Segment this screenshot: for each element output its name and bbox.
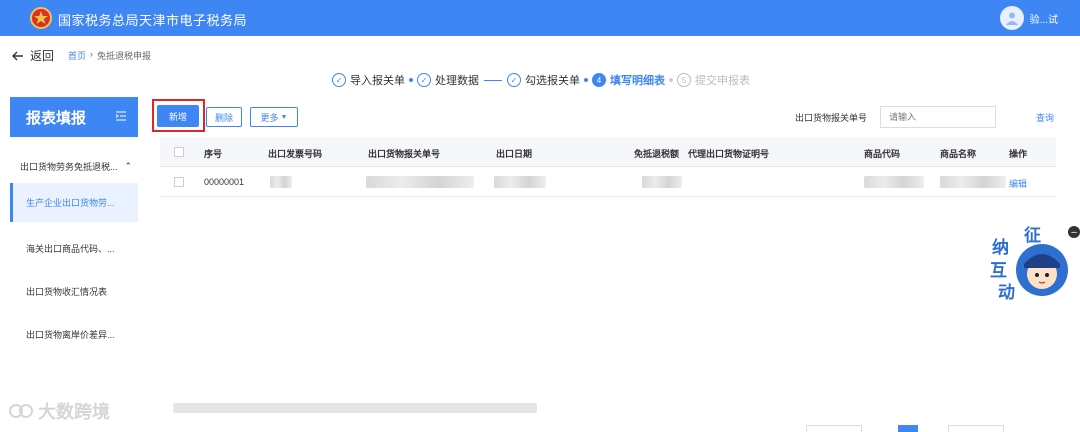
redacted-tax-amount (642, 176, 682, 188)
step-separator (584, 78, 588, 82)
table-row: 00000001 编辑 (160, 167, 1056, 197)
user-name[interactable]: 验...试 (1030, 11, 1058, 26)
column-header: 免抵退税额 (634, 149, 680, 159)
step-label: 填写明细表 (610, 75, 665, 87)
column-header: 代理出口货物证明号 (688, 149, 770, 159)
step-number: 5 (677, 73, 691, 87)
column-header: 商品名称 (940, 149, 977, 159)
edit-link[interactable]: 编辑 (1009, 177, 1027, 190)
column-header: 出口发票号码 (268, 149, 323, 159)
redacted-declaration-number (366, 176, 474, 188)
page-jump-input[interactable] (948, 425, 1004, 432)
filter-label: 出口货物报关单号 (795, 113, 868, 123)
user-avatar-icon[interactable] (999, 6, 1024, 30)
declaration-number-input[interactable] (880, 106, 996, 128)
column-header: 出口日期 (496, 149, 533, 159)
sidebar-item-customs-code[interactable]: 海关出口商品代码、... (10, 232, 138, 265)
breadcrumb-current: 免抵退税申报 (97, 51, 152, 61)
query-button[interactable]: 查询 (1036, 111, 1054, 124)
step-separator (409, 78, 413, 82)
check-icon: ✓ (332, 73, 346, 87)
menu-fold-icon[interactable] (116, 111, 126, 121)
step-separator (484, 79, 502, 81)
column-header: 操作 (1009, 149, 1028, 159)
watermark-text: 大数跨境 (38, 402, 110, 422)
sidebar-menu: 出口货物劳务免抵退税... ⌃ 生产企业出口货物劳... 海关出口商品代码、..… (10, 150, 138, 351)
arrow-left-icon (12, 51, 23, 60)
chevron-up-icon: ⌃ (124, 161, 132, 171)
tax-mascot-icon[interactable]: 征 纳 互 动 (984, 224, 1072, 304)
add-button[interactable]: 新增 (157, 105, 199, 127)
column-header: 出口货物报关单号 (368, 149, 441, 159)
user-menu[interactable]: 验...试 (999, 6, 1058, 30)
watermark-logo-icon (9, 404, 33, 418)
sidebar-group-label: 出口货物劳务免抵退税... (20, 162, 118, 172)
horizontal-scrollbar[interactable] (173, 403, 537, 413)
page-size-select[interactable] (806, 425, 862, 432)
breadcrumb-separator: › (90, 49, 94, 59)
back-label: 返回 (30, 49, 55, 63)
mascot-char: 征 (1024, 225, 1041, 246)
table-header: 序号 出口发票号码 出口货物报关单号 出口日期 免抵退税额 代理出口货物证明号 … (160, 137, 1056, 167)
sidebar-title: 报表填报 (10, 97, 138, 137)
more-button[interactable]: 更多 ▼ (250, 107, 298, 127)
select-all-checkbox[interactable] (174, 147, 184, 157)
step-label: 导入报关单 (350, 75, 405, 87)
step-select: ✓ 勾选报关单 (507, 72, 580, 88)
mascot-char: 纳 (992, 237, 1009, 258)
redacted-invoice-number (270, 176, 292, 188)
tax-emblem-icon (30, 7, 52, 29)
sidebar-title-text: 报表填报 (26, 109, 87, 127)
step-number: 4 (592, 73, 606, 87)
more-label: 更多 (260, 112, 279, 123)
redacted-product-name (940, 176, 1006, 188)
sidebar-item-fob-diff[interactable]: 出口货物离岸价差异... (10, 318, 138, 351)
mascot-char: 互 (990, 261, 1007, 281)
step-label: 提交申报表 (695, 75, 750, 87)
column-header: 序号 (204, 149, 223, 159)
check-icon: ✓ (507, 73, 521, 87)
step-separator (669, 78, 673, 82)
row-checkbox[interactable] (174, 177, 184, 187)
delete-button[interactable]: 删除 (206, 107, 242, 127)
sidebar-item-collection[interactable]: 出口货物收汇情况表 (10, 275, 138, 308)
step-fill: 4 填写明细表 (592, 72, 665, 88)
check-icon: ✓ (417, 73, 431, 87)
back-button[interactable]: 返回 (12, 47, 54, 64)
step-label: 勾选报关单 (525, 75, 580, 87)
breadcrumb: 首页 › 免抵退税申报 (68, 49, 151, 62)
step-label: 处理数据 (435, 75, 479, 87)
breadcrumb-home[interactable]: 首页 (68, 49, 86, 62)
step-progress: ✓ 导入报关单 ✓ 处理数据 ✓ 勾选报关单 4 填写明细表 5 提交申报表 (332, 72, 750, 88)
step-import: ✓ 导入报关单 (332, 72, 405, 88)
caret-down-icon: ▼ (280, 113, 288, 121)
site-title: 国家税务总局天津市电子税务局 (58, 13, 248, 28)
redacted-product-code (864, 176, 924, 188)
watermark: 大数跨境 (8, 398, 110, 424)
sidebar-group[interactable]: 出口货物劳务免抵退税... ⌃ (10, 150, 138, 183)
step-submit: 5 提交申报表 (677, 72, 750, 88)
redacted-export-date (494, 176, 546, 188)
mascot-char: 动 (998, 283, 1015, 303)
current-page-button[interactable] (898, 425, 918, 432)
sidebar-item-production-export[interactable]: 生产企业出口货物劳... (10, 183, 138, 222)
top-header: 国家税务总局天津市电子税务局 验...试 (0, 0, 1080, 36)
row-seq: 00000001 (204, 177, 245, 187)
column-header: 商品代码 (864, 149, 901, 159)
step-process: ✓ 处理数据 (417, 72, 479, 88)
